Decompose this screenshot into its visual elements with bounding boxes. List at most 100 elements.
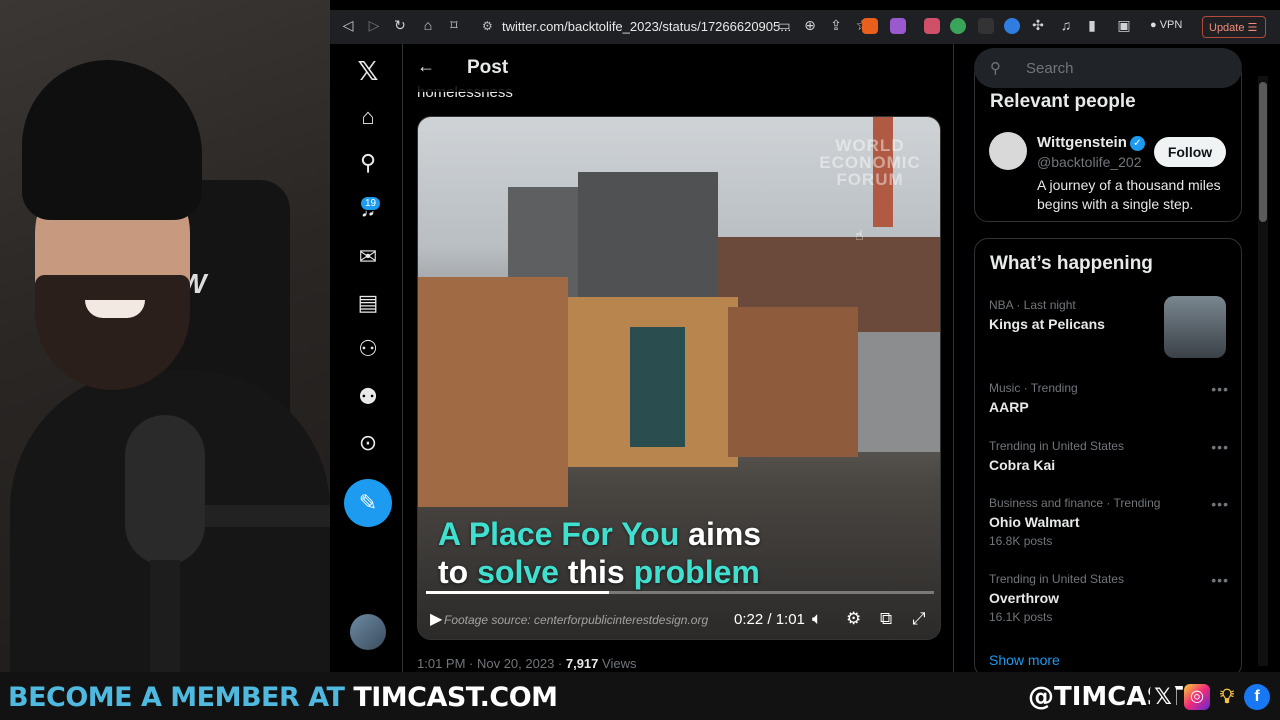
video-progress-bar[interactable] [426,591,934,594]
fullscreen-icon[interactable]: ⤢ [912,609,926,629]
cast-icon[interactable]: ▭ [774,17,794,34]
bookmark-icon[interactable]: ⌑ [444,17,464,34]
video-time: 0:22 / 1:01 [734,611,805,628]
extensions-puzzle-icon[interactable]: ✣ [1028,17,1048,34]
membership-promo: BECOME A MEMBER AT TIMCAST.COM [8,682,558,713]
zoom-icon[interactable]: ⊕ [800,17,820,34]
profile-nav-icon[interactable]: ⚉ [352,384,384,416]
compose-post-button[interactable]: ✎ [344,479,392,527]
page-title: Post [467,57,509,78]
volume-icon[interactable]: 🔈︎ [812,609,822,629]
person-beanie [22,60,202,220]
relevant-person-avatar[interactable] [989,132,1027,170]
trend-item[interactable]: ••• Trending in United States Cobra Kai [989,439,1239,473]
trend-item[interactable]: ••• Business and finance · Trending Ohio… [989,496,1239,548]
video-player[interactable]: WORLD ECONOMIC FORUM A Place For You aim… [417,116,941,640]
trend-category: Trending in United States [989,572,1124,586]
trend-title: Cobra Kai [989,457,1056,473]
more-options-icon[interactable]: ••• [1211,572,1229,588]
promo-site: TIMCAST.COM [353,682,558,713]
media-icon[interactable]: ♫ [1056,17,1076,33]
mic-stand [150,560,180,672]
mic-arm [190,505,330,527]
back-arrow-icon[interactable]: ← [417,56,435,77]
browser-toolbar: ◁ ▷ ↻ ⌂ ⌑ ⚙ twitter.com/backtolife_2023/… [330,10,1280,44]
trend-category: NBA · Last night [989,298,1076,312]
search-placeholder: Search [1026,60,1074,77]
wallet-icon[interactable]: ▣ [1114,17,1134,34]
forward-icon[interactable]: ▷ [364,17,384,34]
relevant-people-title: Relevant people [990,91,1136,112]
trend-item[interactable]: ••• Music · Trending AARP [989,381,1239,415]
promo-text: BECOME A MEMBER AT [8,682,354,713]
extension-icon[interactable] [978,18,994,34]
more-options-icon[interactable]: ••• [1211,439,1229,455]
explore-nav-icon[interactable]: ⚲ [352,150,384,182]
update-label: Update [1209,22,1245,34]
play-icon[interactable]: ▶ [430,609,442,629]
communities-nav-icon[interactable]: ⚇ [352,336,384,368]
relevant-person-name-text: Wittgenstein [1037,134,1127,151]
tweet-meta: 1:01 PM · Nov 20, 2023 · 7,917 Views [417,656,636,671]
home-nav-icon[interactable]: ⌂ [352,104,384,136]
extension-icon[interactable] [950,18,966,34]
x-logo-icon[interactable]: 𝕏 [352,56,384,88]
trend-title: Ohio Walmart [989,514,1080,530]
scrollbar-thumb[interactable] [1259,82,1267,222]
trend-count: 16.1K posts [989,610,1053,624]
instagram-icon: ◎ [1184,684,1210,710]
caption-part: problem [633,554,760,590]
twitter-nav: 𝕏 ⌂ ⚲ ♫ 19 ✉ ▤ ⚇ ⚉ ⊙ ✎ [330,44,402,672]
person-mouth [85,300,145,318]
whats-happening-title: What’s happening [990,253,1153,274]
vpn-label: VPN [1159,19,1183,31]
caption-part: aims [679,516,762,552]
trend-item[interactable]: ••• Trending in United States Overthrow … [989,572,1239,624]
bottom-banner: BECOME A MEMBER AT TIMCAST.COM @TIMCAST … [0,672,1280,720]
pip-icon[interactable]: ⧉ [880,609,892,629]
extension-icon[interactable] [1004,18,1020,34]
notifications-badge: 19 [360,196,382,211]
more-options-icon[interactable]: ••• [1211,381,1229,397]
follow-button[interactable]: Follow [1154,137,1226,167]
trend-title: Overthrow [989,590,1060,606]
facebook-icon: f [1244,684,1270,710]
lightbulb-icon: 💡︎ [1214,684,1240,710]
views-label: Views [598,656,637,671]
video-cabin [418,277,568,507]
sidebar-icon[interactable]: ▮ [1082,17,1102,34]
trend-count: 16.8K posts [989,534,1053,548]
footage-source: Footage source: centerforpublicinterestd… [444,613,709,627]
page-scrollbar[interactable] [1258,76,1268,666]
wef-watermark: WORLD ECONOMIC FORUM [819,136,921,189]
vpn-button[interactable]: ● VPN [1150,19,1182,31]
messages-nav-icon[interactable]: ✉ [352,244,384,276]
address-bar[interactable]: ⚙ twitter.com/backtolife_2023/status/172… [476,14,956,40]
update-button[interactable]: Update ☰ [1202,16,1266,38]
x-social-icon: 𝕏 [1150,684,1176,710]
trend-category: Trending in United States [989,439,1124,453]
show-more-link[interactable]: Show more [989,652,1060,668]
views-count: 7,917 [565,656,599,671]
brave-shield-icon[interactable] [862,18,878,34]
video-cabin-door [630,327,685,447]
lists-nav-icon[interactable]: ▤ [352,290,384,322]
reload-icon[interactable]: ↻ [390,17,410,34]
account-avatar[interactable] [350,614,386,650]
home-icon[interactable]: ⌂ [418,17,438,33]
relevant-person-name[interactable]: Wittgenstein ✓ [1037,134,1145,151]
more-nav-icon[interactable]: ⊙ [352,430,384,462]
trend-title: Kings at Pelicans [989,316,1105,332]
back-icon[interactable]: ◁ [338,17,358,34]
webcam-overlay: W [0,0,330,672]
settings-icon[interactable]: ⚙ [846,609,861,629]
site-info-icon[interactable]: ⚙ [482,19,493,33]
search-box[interactable]: ⚲ Search [974,48,1242,88]
trend-category: Business and finance · Trending [989,496,1161,510]
tweet-timestamp[interactable]: 1:01 PM · Nov 20, 2023 · [417,656,566,671]
trend-item[interactable]: NBA · Last night Kings at Pelicans [989,298,1239,332]
share-icon[interactable]: ⇪ [826,17,846,34]
extension-icon[interactable] [924,18,940,34]
more-options-icon[interactable]: ••• [1211,496,1229,512]
brave-rewards-icon[interactable] [890,18,906,34]
